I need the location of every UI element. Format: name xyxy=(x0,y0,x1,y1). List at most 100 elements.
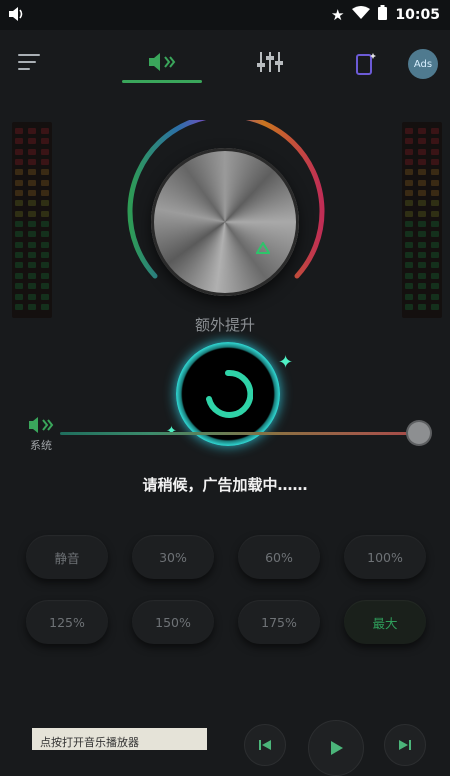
preset-mute-button[interactable]: 静音 xyxy=(26,535,108,579)
vu-cell xyxy=(404,283,413,290)
vu-cell xyxy=(27,221,36,228)
system-volume-slider[interactable] xyxy=(60,432,420,435)
vu-cell xyxy=(431,128,440,134)
star-icon: ★ xyxy=(330,5,345,24)
vu-cell xyxy=(431,148,440,155)
vu-cell xyxy=(14,221,23,228)
ads-icon[interactable]: Ads xyxy=(408,49,438,79)
preset-175-button[interactable]: 175% xyxy=(238,600,320,644)
vu-cell xyxy=(431,210,440,217)
vu-cell xyxy=(417,252,426,259)
vu-cell xyxy=(27,200,36,207)
vu-cell xyxy=(417,200,426,207)
system-label: 系统 xyxy=(30,439,52,452)
vu-cell xyxy=(27,138,36,145)
vu-cell xyxy=(27,169,36,176)
vu-cell xyxy=(27,303,36,310)
vu-cell xyxy=(14,252,23,259)
vu-cell xyxy=(431,221,440,228)
vu-cell xyxy=(431,262,440,269)
theme-icon[interactable] xyxy=(356,52,378,80)
vu-cell xyxy=(404,241,413,248)
vu-cell xyxy=(41,293,50,300)
status-bar: ★ 10:05 xyxy=(0,0,450,30)
equalizer-tab[interactable] xyxy=(230,42,310,82)
preset-100-button[interactable]: 100% xyxy=(344,535,426,579)
vu-cell xyxy=(27,179,36,186)
vu-cell xyxy=(404,210,413,217)
preset-125-button[interactable]: 125% xyxy=(26,600,108,644)
vu-cell xyxy=(431,303,440,310)
vu-cell xyxy=(27,241,36,248)
vu-cell xyxy=(14,128,23,134)
vu-cell xyxy=(417,303,426,310)
preset-60-button[interactable]: 60% xyxy=(238,535,320,579)
vu-cell xyxy=(14,262,23,269)
vu-cell xyxy=(41,200,50,207)
previous-button[interactable] xyxy=(244,724,286,766)
vu-cell xyxy=(404,159,413,166)
vu-cell xyxy=(27,262,36,269)
equalizer-icon xyxy=(257,52,283,72)
vu-cell xyxy=(431,293,440,300)
vu-cell xyxy=(417,128,426,134)
vu-cell xyxy=(27,190,36,197)
preset-30-button[interactable]: 30% xyxy=(132,535,214,579)
vu-cell xyxy=(14,148,23,155)
vu-cell xyxy=(431,138,440,145)
preset-150-button[interactable]: 150% xyxy=(132,600,214,644)
menu-icon[interactable] xyxy=(18,54,40,72)
vu-cell xyxy=(14,159,23,166)
vu-cell xyxy=(404,200,413,207)
vu-cell xyxy=(41,303,50,310)
vu-cell xyxy=(404,262,413,269)
next-button[interactable] xyxy=(384,724,426,766)
vu-cell xyxy=(417,138,426,145)
vu-cell xyxy=(417,179,426,186)
vu-cell xyxy=(14,169,23,176)
vu-cell xyxy=(404,221,413,228)
play-button[interactable] xyxy=(308,720,364,776)
vu-cell xyxy=(41,159,50,166)
vu-cell xyxy=(417,283,426,290)
vu-cell xyxy=(14,138,23,145)
vu-cell xyxy=(417,241,426,248)
boost-knob[interactable] xyxy=(125,120,325,310)
vu-cell xyxy=(404,303,413,310)
vu-cell xyxy=(431,169,440,176)
ad-banner[interactable]: 点按打开音乐播放器 xyxy=(32,728,207,750)
vu-cell xyxy=(41,241,50,248)
knob-dial[interactable] xyxy=(151,148,299,296)
vu-cell xyxy=(14,303,23,310)
vu-cell xyxy=(41,283,50,290)
vu-cell xyxy=(417,262,426,269)
vu-cell xyxy=(41,179,50,186)
vu-cell xyxy=(27,128,36,134)
slider-thumb[interactable] xyxy=(408,422,430,444)
vu-cell xyxy=(431,272,440,279)
vu-cell xyxy=(27,210,36,217)
battery-icon xyxy=(378,5,388,24)
vu-cell xyxy=(431,283,440,290)
vu-cell xyxy=(404,190,413,197)
vu-cell xyxy=(41,169,50,176)
vu-cell xyxy=(41,262,50,269)
vu-cell xyxy=(431,241,440,248)
vu-cell xyxy=(431,179,440,186)
vu-cell xyxy=(27,231,36,238)
preset-max-button[interactable]: 最大 xyxy=(344,600,426,644)
vu-cell xyxy=(41,128,50,134)
vu-cell xyxy=(14,190,23,197)
vu-cell xyxy=(14,293,23,300)
loading-spinner xyxy=(176,342,280,446)
volume-booster-tab[interactable] xyxy=(122,42,202,82)
vu-cell xyxy=(14,283,23,290)
vu-cell xyxy=(404,148,413,155)
vu-cell xyxy=(431,200,440,207)
vu-cell xyxy=(41,221,50,228)
vu-cell xyxy=(404,179,413,186)
vu-cell xyxy=(431,159,440,166)
vu-cell xyxy=(14,272,23,279)
vu-cell xyxy=(27,159,36,166)
vu-cell xyxy=(14,241,23,248)
